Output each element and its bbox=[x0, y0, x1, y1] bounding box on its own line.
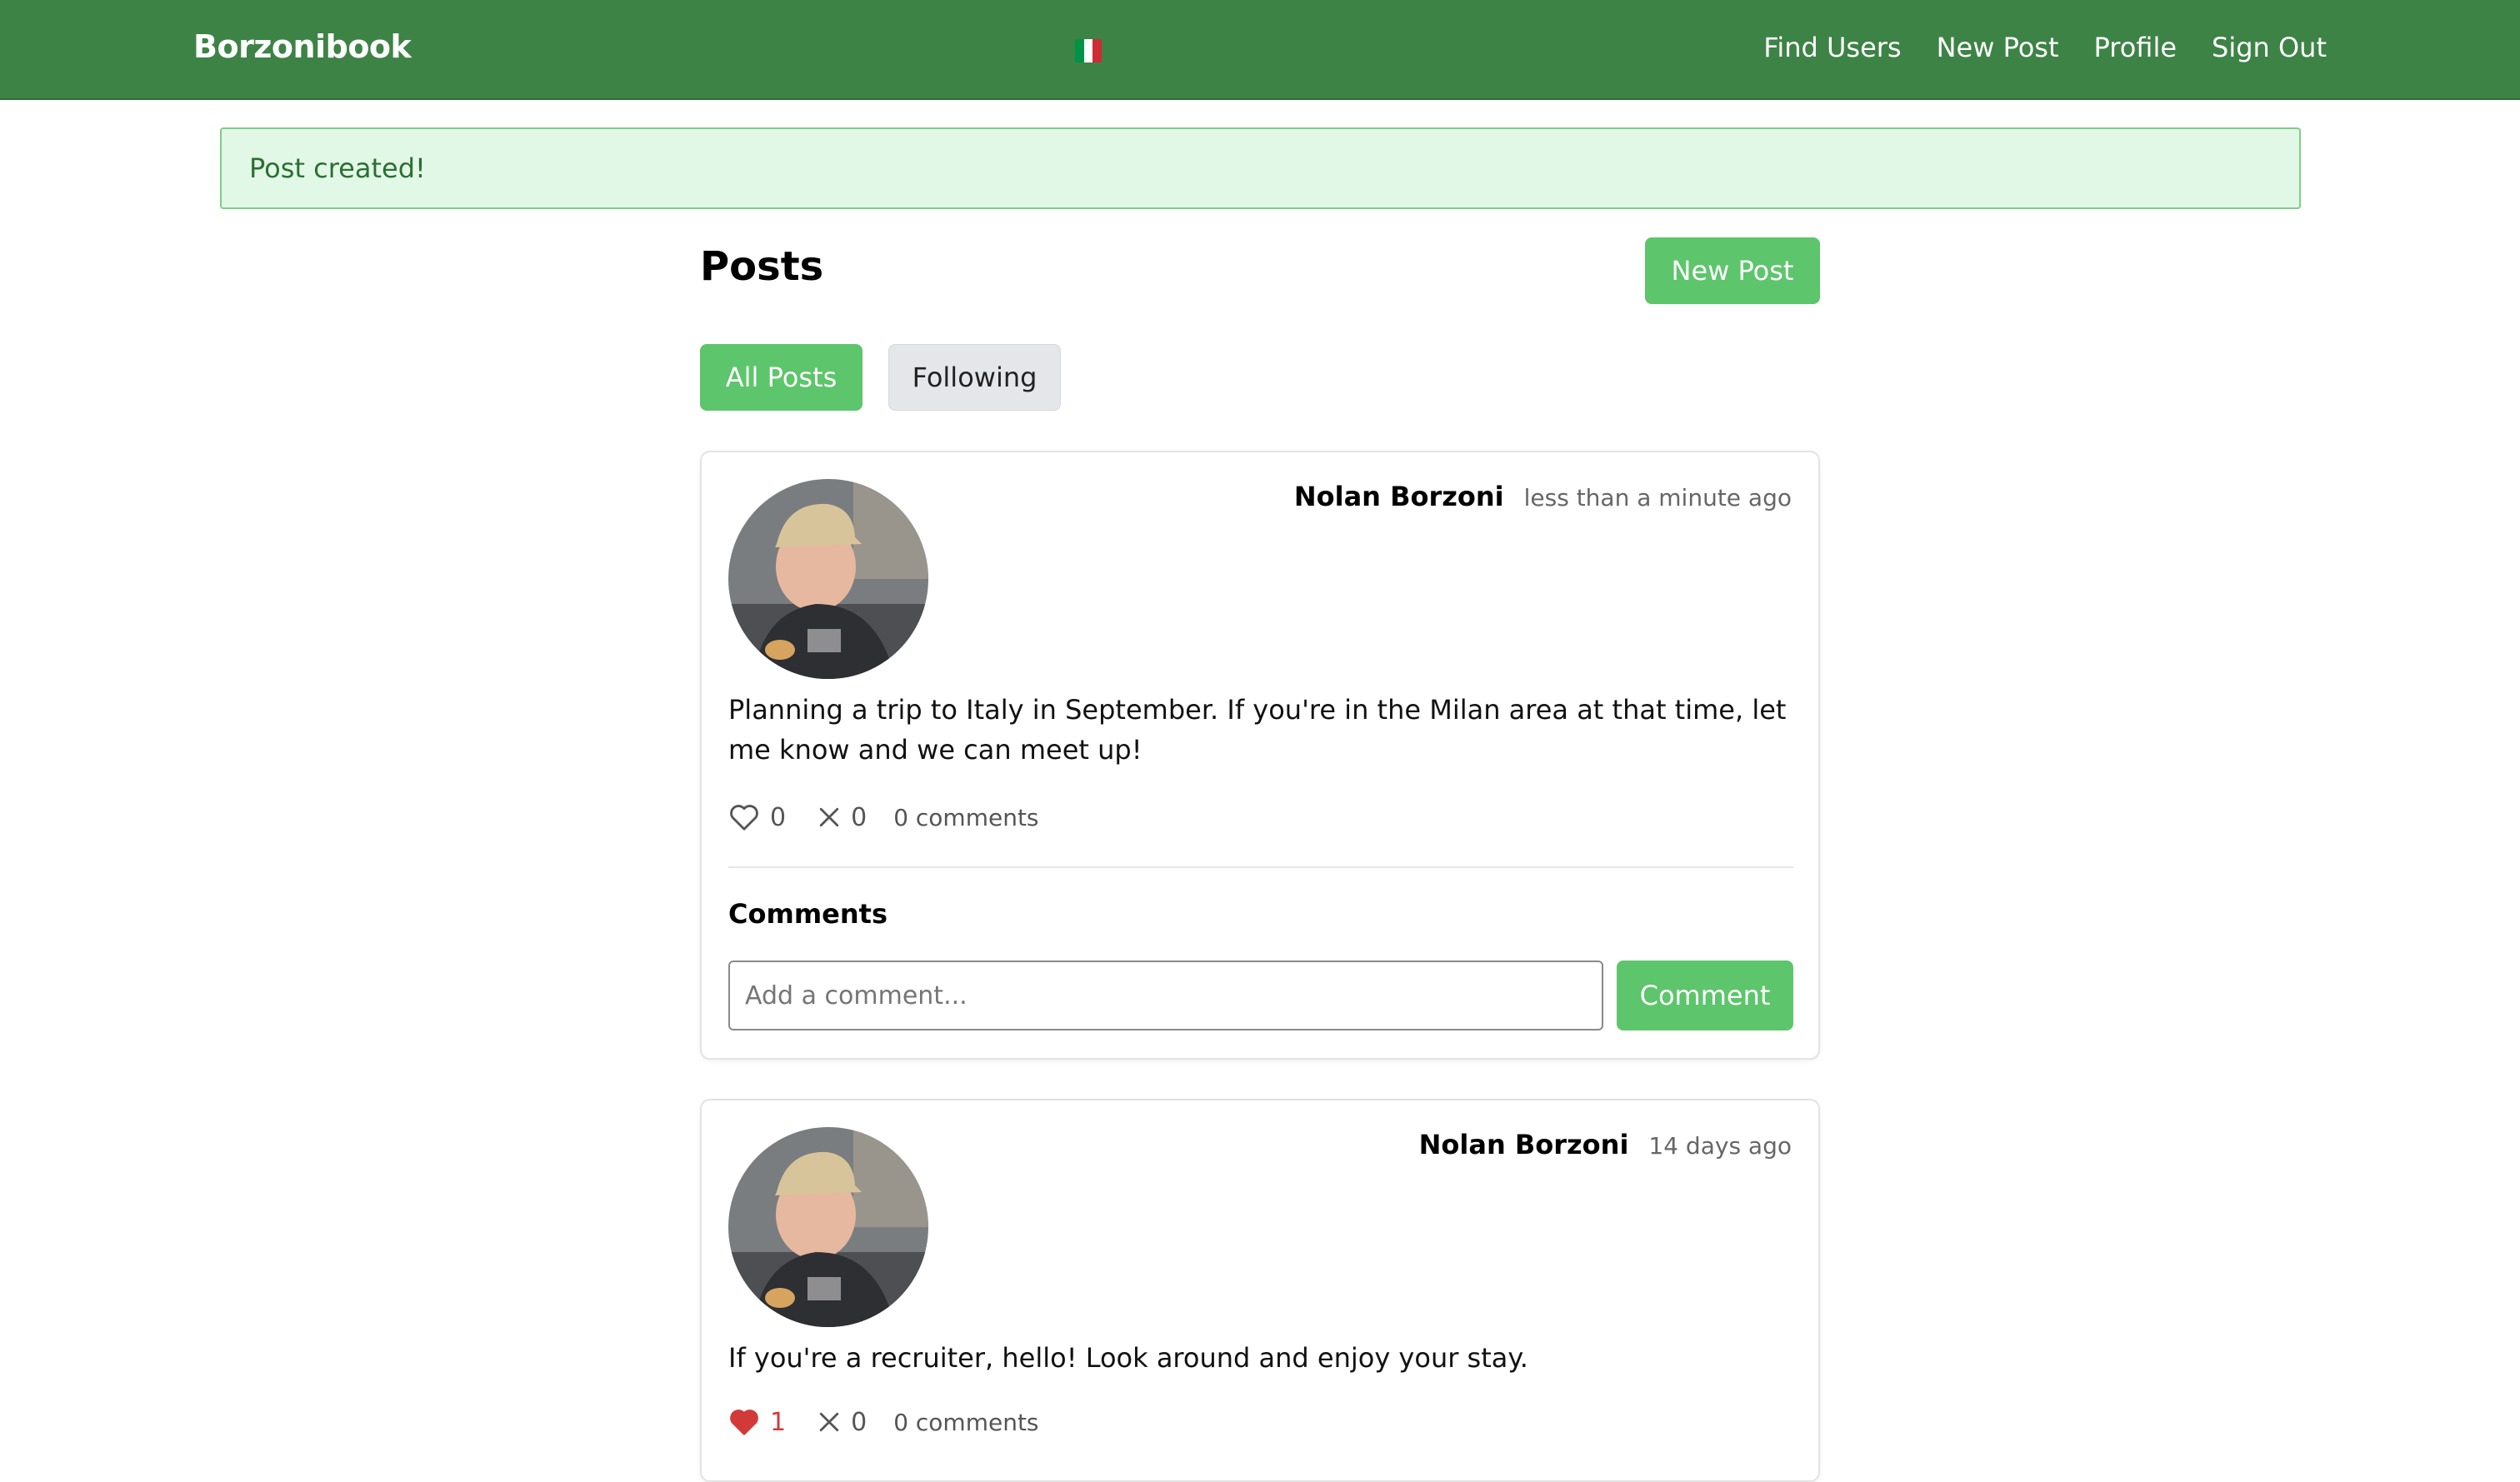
avatar[interactable] bbox=[728, 479, 928, 679]
dislike-button[interactable]: 0 bbox=[818, 803, 867, 832]
comments-count[interactable]: 0 comments bbox=[893, 804, 1038, 831]
alert-message: Post created! bbox=[249, 152, 426, 184]
post-author[interactable]: Nolan Borzoni bbox=[1419, 1129, 1629, 1160]
heart-filled-icon bbox=[730, 1410, 758, 1435]
like-count: 0 bbox=[770, 802, 787, 832]
comment-button[interactable]: Comment bbox=[1617, 961, 1793, 1030]
dislike-count: 0 bbox=[851, 1407, 868, 1437]
divider bbox=[728, 866, 1793, 868]
post-header: Nolan Borzoni less than a minute ago bbox=[1294, 481, 1792, 512]
comments-count[interactable]: 0 comments bbox=[893, 1409, 1038, 1436]
post-timestamp: 14 days ago bbox=[1648, 1132, 1792, 1160]
user-photo-icon bbox=[728, 479, 928, 679]
nav-sign-out[interactable]: Sign Out bbox=[2212, 32, 2327, 63]
tab-all-posts[interactable]: All Posts bbox=[700, 344, 862, 411]
nav-find-users[interactable]: Find Users bbox=[1763, 32, 1901, 63]
tab-following[interactable]: Following bbox=[888, 344, 1061, 411]
top-navbar: Borzonibook Find Users New Post Profile … bbox=[0, 0, 2520, 100]
post-author[interactable]: Nolan Borzoni bbox=[1294, 481, 1504, 512]
brand-logo[interactable]: Borzonibook bbox=[193, 28, 412, 65]
post-card: Nolan Borzoni less than a minute ago Pla… bbox=[700, 451, 1820, 1060]
italy-flag-icon[interactable] bbox=[1075, 39, 1102, 62]
like-count: 1 bbox=[770, 1407, 787, 1437]
x-icon bbox=[819, 1412, 839, 1432]
post-timestamp: less than a minute ago bbox=[1523, 484, 1792, 511]
page-title: Posts bbox=[700, 243, 824, 290]
heart-outline-icon bbox=[730, 805, 758, 831]
nav-new-post[interactable]: New Post bbox=[1937, 32, 2059, 63]
new-post-button[interactable]: New Post bbox=[1645, 237, 1820, 304]
avatar[interactable] bbox=[728, 1127, 928, 1327]
post-stats: 1 0 0 comments bbox=[728, 1407, 1039, 1437]
user-photo-icon bbox=[728, 1127, 928, 1327]
like-button[interactable]: 0 bbox=[728, 802, 786, 832]
post-stats: 0 0 0 comments bbox=[728, 802, 1039, 832]
comment-input[interactable] bbox=[728, 961, 1603, 1030]
post-body: If you're a recruiter, hello! Look aroun… bbox=[728, 1342, 1528, 1374]
dislike-button[interactable]: 0 bbox=[818, 1408, 867, 1437]
post-header: Nolan Borzoni 14 days ago bbox=[1419, 1129, 1792, 1160]
dislike-count: 0 bbox=[851, 802, 868, 832]
x-icon bbox=[819, 807, 839, 827]
like-button[interactable]: 1 bbox=[728, 1407, 786, 1437]
nav-links: Find Users New Post Profile Sign Out bbox=[1763, 32, 2327, 63]
success-alert: Post created! bbox=[220, 127, 2301, 209]
post-card: Nolan Borzoni 14 days ago If you're a re… bbox=[700, 1099, 1820, 1482]
comments-heading: Comments bbox=[728, 898, 888, 930]
post-body: Planning a trip to Italy in September. I… bbox=[728, 694, 1787, 766]
nav-profile[interactable]: Profile bbox=[2094, 32, 2178, 63]
